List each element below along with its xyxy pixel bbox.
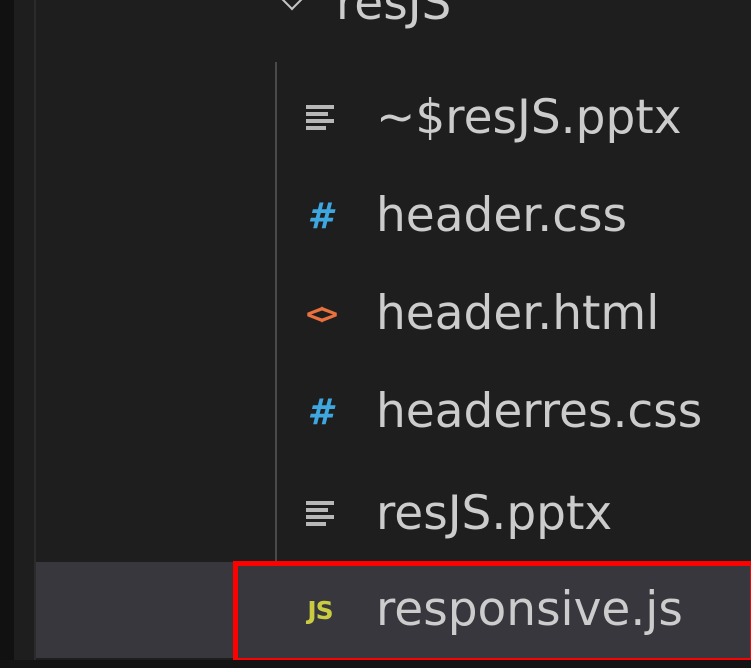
angle-brackets-icon: <> — [305, 296, 338, 332]
hash-icon: # — [307, 195, 333, 237]
chevron-down-icon[interactable] — [280, 0, 306, 17]
folder-row-resjs[interactable]: resJS — [280, 0, 451, 34]
file-row-temp-pptx[interactable]: ~$resJS.pptx — [36, 70, 751, 166]
file-label: headerres.css — [376, 384, 703, 439]
file-label: ~$resJS.pptx — [376, 90, 682, 145]
hash-icon: # — [307, 391, 333, 433]
file-label: header.html — [376, 286, 660, 341]
bottom-edge — [0, 660, 751, 668]
file-explorer: resJS ~$resJS.pptx # header.css <> heade… — [0, 0, 751, 668]
file-row-header-css[interactable]: # header.css — [36, 168, 751, 264]
file-label: header.css — [376, 188, 628, 243]
file-row-resjs-pptx[interactable]: resJS.pptx — [36, 466, 751, 562]
file-label: responsive.js — [376, 582, 683, 637]
file-label: resJS.pptx — [376, 486, 613, 541]
js-icon: JS — [307, 595, 333, 625]
folder-label: resJS — [336, 0, 452, 31]
file-row-header-html[interactable]: <> header.html — [36, 266, 751, 362]
lines-icon — [296, 490, 344, 538]
file-row-headerres-css[interactable]: # headerres.css — [36, 364, 751, 460]
activity-bar-edge — [0, 0, 14, 668]
lines-icon — [296, 94, 344, 142]
file-row-responsive-js[interactable]: JS responsive.js — [36, 562, 751, 658]
